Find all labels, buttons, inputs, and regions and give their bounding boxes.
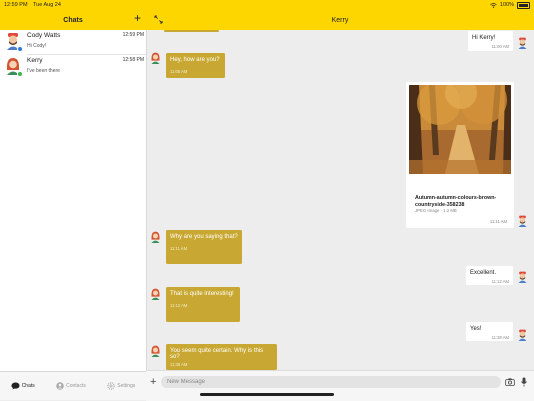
message-text: Hi Kerry! — [472, 35, 496, 41]
message-bubble-incoming[interactable]: Why are you saying that? 11:11 AM — [166, 230, 242, 264]
home-indicator — [200, 393, 334, 396]
chat-time: 12:59 PM — [122, 32, 144, 38]
attached-photo[interactable] — [409, 85, 511, 174]
message-bubble-outgoing[interactable]: Hi Kerry! 11:00 AM — [468, 31, 513, 51]
tab-label: Contacts — [66, 383, 86, 389]
message-input[interactable] — [161, 376, 501, 388]
sidebar: Chats + Cody Watts 12:59 PM Hi Cody! Ker… — [0, 0, 147, 400]
chat-name: Cody Watts — [27, 32, 61, 39]
chat-bubble-icon — [11, 382, 20, 390]
chat-item-cody-watts[interactable]: Cody Watts 12:59 PM Hi Cody! — [0, 30, 146, 55]
chat-preview: I've been there — [27, 68, 60, 74]
tab-contacts[interactable]: Contacts — [56, 382, 86, 390]
tab-label: Chats — [21, 383, 35, 389]
status-bar: 12:59 PM Tue Aug 24 100% — [0, 0, 534, 10]
chat-item-kerry[interactable]: Kerry 12:58 PM I've been there — [0, 55, 146, 80]
gear-icon — [107, 382, 115, 390]
avatar — [518, 329, 527, 341]
avatar — [151, 52, 160, 64]
message-text: Why are you saying that? — [170, 234, 238, 240]
microphone-icon[interactable] — [521, 377, 527, 387]
message-time: 11:11 AM — [170, 246, 188, 251]
message-time: 11:00 AM — [491, 44, 509, 49]
message-bubble-outgoing[interactable]: Excellent. 11:12 AM — [466, 266, 513, 285]
chat-time: 12:58 PM — [122, 57, 144, 63]
sidebar-title: Chats — [63, 16, 83, 24]
message-text: Excellent. — [470, 270, 497, 276]
avatar — [151, 288, 160, 300]
avatar — [518, 215, 527, 227]
person-icon — [56, 382, 64, 390]
add-attachment-button[interactable]: + — [150, 376, 156, 388]
message-bubble-incoming[interactable]: You seem quite certain. Why is this so? … — [166, 344, 277, 370]
avatar — [151, 345, 160, 357]
message-bubble-partial — [164, 30, 219, 32]
new-chat-button[interactable]: + — [134, 11, 141, 25]
status-dot — [17, 46, 23, 52]
status-dot — [17, 71, 23, 77]
attachment-filename: Autumn-autumn-colours-brown-countryside-… — [415, 195, 497, 208]
message-composer: + — [146, 370, 534, 401]
message-text: You seem quite certain. Why is this so? — [170, 348, 264, 360]
camera-icon[interactable] — [505, 378, 515, 386]
sidebar-header: Chats + — [0, 10, 146, 30]
image-attachment-card[interactable]: Autumn-autumn-colours-brown-countryside-… — [406, 82, 514, 228]
chat-name: Kerry — [27, 57, 43, 64]
message-time: 11:05 AM — [170, 69, 188, 74]
battery-icon — [517, 1, 530, 9]
message-bubble-incoming[interactable]: Hey, how are you? 11:05 AM — [166, 53, 225, 78]
tab-chats[interactable]: Chats — [11, 382, 35, 390]
message-time: 11:12 AM — [170, 303, 188, 308]
status-date: Tue Aug 24 — [32, 2, 61, 8]
tab-label: Settings — [117, 383, 136, 389]
attachment-filesize: JPEG Image · 1.2 MB — [415, 208, 457, 213]
message-time: 11:11 AM — [489, 219, 507, 224]
avatar — [518, 271, 527, 283]
wifi-icon — [490, 2, 497, 8]
avatar — [151, 231, 160, 243]
conversation-title: Kerry — [331, 16, 349, 24]
expand-icon[interactable] — [154, 15, 163, 24]
message-bubble-incoming[interactable]: That is quite interesting! 11:12 AM — [166, 287, 240, 322]
tab-settings[interactable]: Settings — [107, 382, 135, 390]
avatar — [518, 37, 527, 49]
message-time: 11:12 AM — [491, 279, 509, 284]
message-text: Yes! — [470, 326, 482, 332]
tab-bar: Chats Contacts Settings — [0, 371, 146, 400]
message-text: Hey, how are you? — [170, 57, 220, 63]
message-time: 11:38 AM — [170, 362, 188, 367]
message-time: 11:38 AM — [491, 335, 509, 340]
status-time: 12:59 PM — [4, 2, 28, 8]
battery-percent: 100% — [499, 2, 514, 8]
message-bubble-outgoing[interactable]: Yes! 11:38 AM — [466, 322, 513, 341]
conversation-header: Kerry — [146, 10, 534, 30]
chat-preview: Hi Cody! — [27, 43, 47, 49]
message-text: That is quite interesting! — [170, 291, 234, 297]
